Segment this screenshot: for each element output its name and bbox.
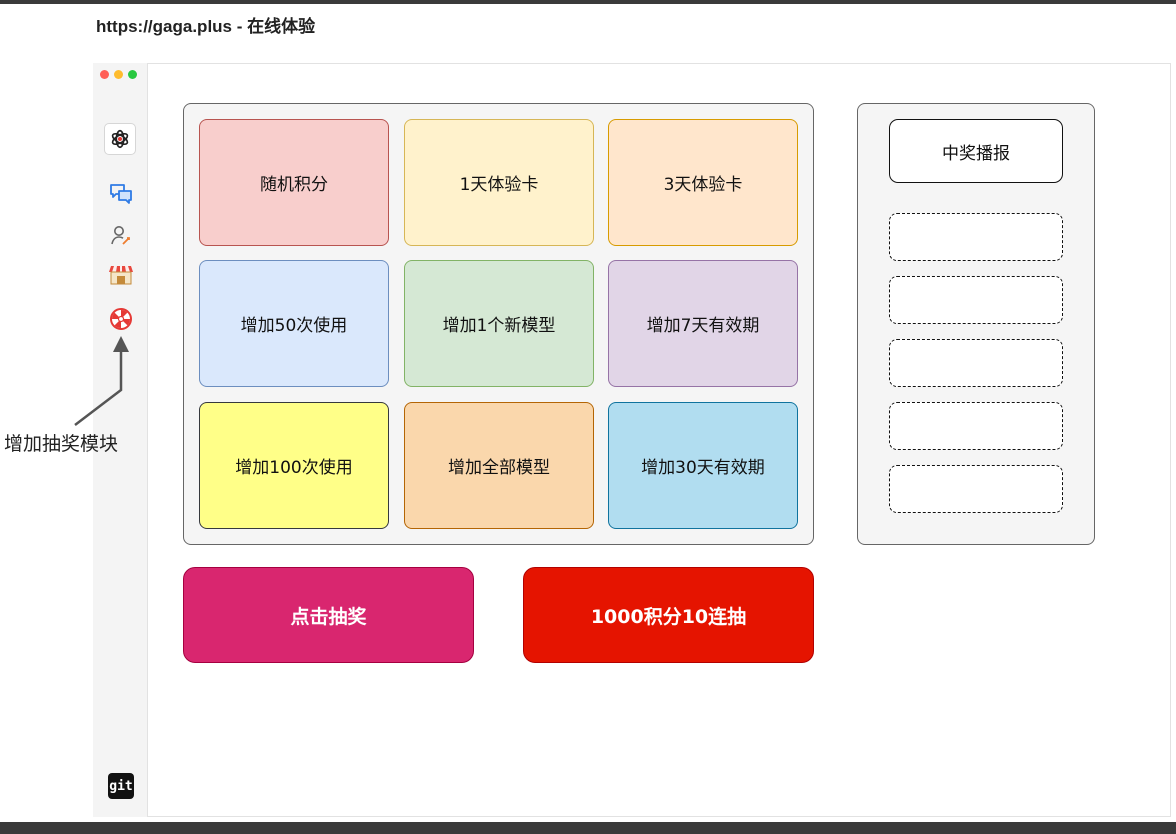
openai-logo-icon[interactable] [104,123,136,155]
ten-draw-button[interactable]: 1000积分10连抽 [523,567,814,663]
shop-icon[interactable] [108,262,134,288]
prize-cell: 增加全部模型 [404,402,594,529]
lottery-wheel-icon[interactable] [108,306,134,332]
window-minimize-button[interactable] [114,70,123,79]
prize-cell: 增加50次使用 [199,260,389,387]
bottom-frame-bar [0,822,1176,834]
broadcast-slot [889,465,1063,513]
prize-cell: 1天体验卡 [404,119,594,246]
broadcast-slot [889,402,1063,450]
window-maximize-button[interactable] [128,70,137,79]
prize-cell: 增加100次使用 [199,402,389,529]
window-close-button[interactable] [100,70,109,79]
git-label: git [109,778,133,794]
winner-broadcast-title: 中奖播报 [889,119,1063,183]
page-title: https://gaga.plus - 在线体验 [96,17,316,36]
broadcast-slot [889,276,1063,324]
prize-cell: 3天体验卡 [608,119,798,246]
prize-cell: 增加30天有效期 [608,402,798,529]
broadcast-slot [889,339,1063,387]
user-icon[interactable] [108,222,134,248]
prize-cell: 增加7天有效期 [608,260,798,387]
annotation-label: 增加抽奖模块 [4,433,119,455]
top-frame-bar [0,0,1176,4]
draw-button[interactable]: 点击抽奖 [183,567,474,663]
prize-cell: 随机积分 [199,119,389,246]
chat-icon[interactable] [108,181,134,207]
prize-cell: 增加1个新模型 [404,260,594,387]
broadcast-slot [889,213,1063,261]
git-icon[interactable]: git [108,773,134,799]
